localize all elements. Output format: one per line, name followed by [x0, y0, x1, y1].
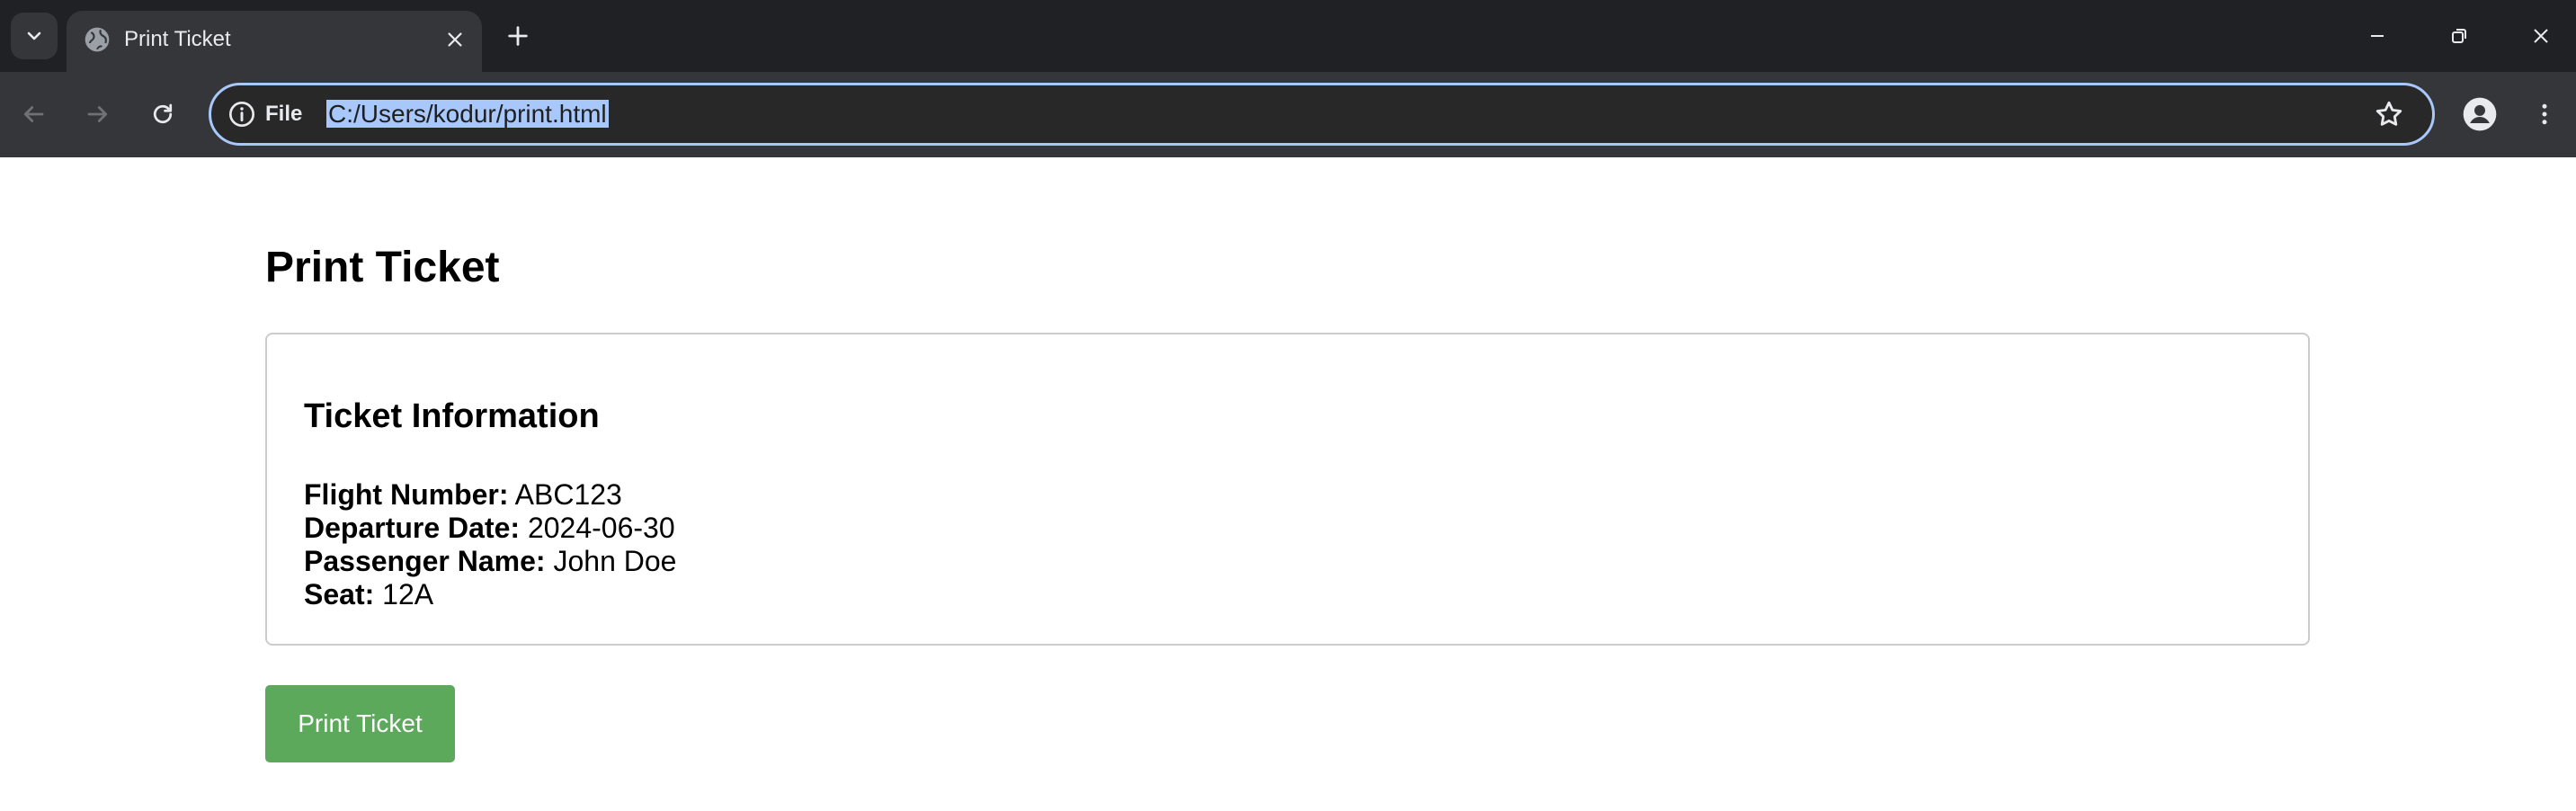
site-info-label[interactable]: File: [265, 100, 302, 129]
field-label: Flight Number:: [304, 478, 509, 511]
forward-button[interactable]: [76, 92, 120, 137]
seat-row: Seat: 12A: [304, 578, 676, 611]
ticket-card: Ticket Information Flight Number: ABC123…: [265, 333, 2310, 646]
new-tab-button[interactable]: [500, 18, 536, 54]
minimize-icon: [2371, 35, 2384, 37]
field-value: 12A: [382, 578, 434, 610]
field-label: Passenger Name:: [304, 545, 546, 577]
back-button[interactable]: [11, 92, 56, 137]
more-vertical-icon: [2542, 103, 2547, 125]
tab-close-button[interactable]: [441, 25, 469, 54]
tab-title: Print Ticket: [124, 27, 231, 51]
reload-icon: [153, 103, 173, 124]
close-window-button[interactable]: [2523, 18, 2559, 54]
browser-toolbar: File C:/Users/kodur/print.html: [0, 72, 2576, 157]
departure-date-row: Departure Date: 2024-06-30: [304, 512, 676, 545]
url-text[interactable]: C:/Users/kodur/print.html: [326, 98, 609, 130]
chevron-down-icon: [27, 31, 41, 40]
field-value: John Doe: [553, 545, 677, 577]
star-icon[interactable]: [2373, 98, 2405, 130]
tab-active[interactable]: Print Ticket: [67, 11, 482, 72]
flight-number-row: Flight Number: ABC123: [304, 478, 676, 512]
field-value: ABC123: [514, 478, 622, 511]
passenger-name-row: Passenger Name: John Doe: [304, 545, 676, 578]
field-label: Seat:: [304, 578, 375, 610]
restore-button[interactable]: [2441, 18, 2477, 54]
arrow-left-icon: [23, 106, 44, 122]
info-icon[interactable]: [227, 100, 256, 129]
field-value: 2024-06-30: [527, 512, 675, 544]
menu-button[interactable]: [2522, 92, 2567, 137]
plus-icon: [508, 26, 528, 46]
close-icon: [448, 32, 462, 47]
browser-chrome: Print Ticket File C:/Users/kodur/print.h…: [0, 0, 2576, 157]
tab-strip: Print Ticket: [0, 0, 2576, 72]
field-label: Departure Date:: [304, 512, 521, 544]
tab-search-button[interactable]: [11, 13, 58, 59]
url-selection[interactable]: C:/Users/kodur/print.html: [326, 100, 609, 128]
ticket-heading: Ticket Information: [304, 397, 600, 435]
profile-button[interactable]: [2457, 92, 2502, 137]
arrow-right-icon: [87, 106, 108, 122]
reload-button[interactable]: [140, 92, 185, 137]
close-icon: [2534, 29, 2548, 43]
page-title: Print Ticket: [265, 244, 500, 291]
address-bar[interactable]: File C:/Users/kodur/print.html: [209, 83, 2435, 146]
minimize-button[interactable]: [2359, 18, 2395, 54]
restore-icon: [2452, 29, 2466, 43]
print-ticket-button[interactable]: Print Ticket: [265, 685, 455, 762]
globe-icon: [85, 27, 110, 52]
profile-icon: [2463, 97, 2497, 131]
ticket-info: Flight Number: ABC123 Departure Date: 20…: [304, 478, 676, 611]
